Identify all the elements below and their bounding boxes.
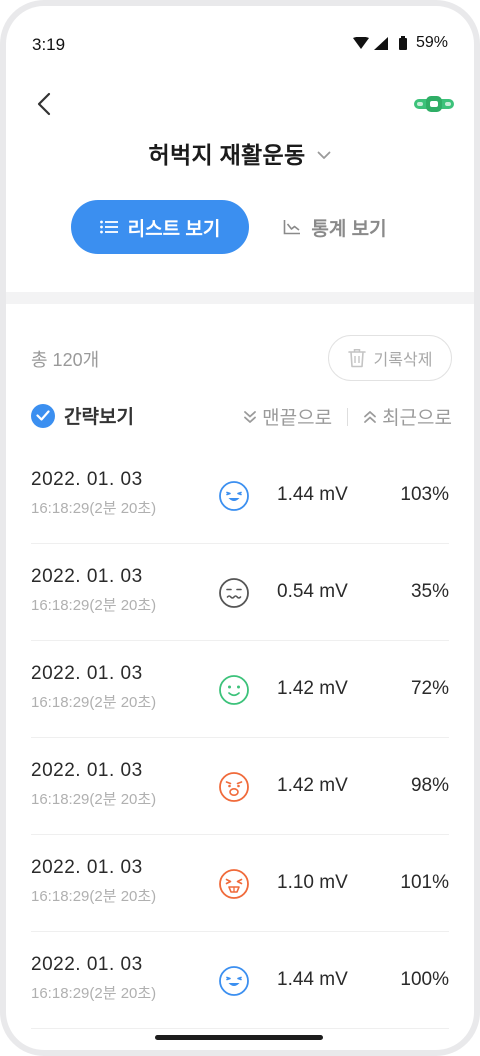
record-row[interactable]: 2022. 01. 03 16:18:29(2분 20초) 1.42 mV 98… (31, 738, 449, 835)
total-count: 총 120개 (31, 350, 100, 370)
device-status-button[interactable] (410, 84, 458, 124)
battery-percent: 59% (415, 34, 448, 51)
record-mv: 1.10 mV (277, 872, 348, 893)
screen: 3:19 59% 허벅지 재활운동 리스트 보기 통계 보기 총 120개 기록… (6, 6, 474, 1050)
check-circle-icon (31, 403, 55, 428)
scroll-separator (347, 407, 349, 426)
record-date: 2022. 01. 03 (31, 954, 143, 975)
tab-list-label: 리스트 보기 (127, 218, 221, 240)
tab-stats-view[interactable]: 통계 보기 (270, 200, 400, 254)
scroll-to-end-button[interactable]: 맨끝으로 (243, 403, 332, 430)
exercise-selector[interactable]: 허벅지 재활운동 (6, 136, 474, 170)
record-date: 2022. 01. 03 (31, 566, 143, 587)
record-row[interactable]: 2022. 01. 03 16:18:29(2분 20초) 1.10 mV 10… (31, 835, 449, 932)
smile-green-face-icon (219, 675, 249, 705)
record-mv: 1.44 mV (277, 969, 348, 990)
record-percent: 35% (410, 581, 449, 602)
scroll-to-recent-label: 최근으로 (382, 408, 452, 429)
section-divider (6, 292, 474, 304)
record-percent: 103% (400, 484, 449, 505)
tab-stats-label: 통계 보기 (311, 218, 387, 240)
record-date: 2022. 01. 03 (31, 857, 143, 878)
trash-icon (347, 349, 366, 368)
record-row[interactable]: 2022. 01. 03 16:18:29(2분 20초) 1.44 mV 10… (31, 932, 449, 1029)
records-list: 2022. 01. 03 16:18:29(2분 20초) 1.44 mV 10… (6, 447, 474, 1029)
chevron-left-icon (37, 92, 51, 116)
cell-signal-icon (373, 36, 388, 50)
happy-blue-face-icon (219, 481, 249, 511)
view-toggle: 리스트 보기 통계 보기 (6, 200, 474, 254)
record-duration: 16:18:29(2분 20초) (31, 985, 157, 1002)
double-chevron-down-icon (244, 410, 257, 423)
delete-records-button[interactable]: 기록삭제 (328, 335, 452, 381)
record-percent: 98% (410, 775, 449, 796)
record-duration: 16:18:29(2분 20초) (31, 500, 157, 517)
record-row[interactable]: 2022. 01. 03 16:18:29(2분 20초) 1.44 mV 10… (31, 447, 449, 544)
double-chevron-up-icon (364, 410, 376, 423)
phone-frame: 3:19 59% 허벅지 재활운동 리스트 보기 통계 보기 총 120개 기록… (0, 0, 480, 1056)
wifi-icon (352, 36, 369, 50)
record-percent: 72% (410, 678, 449, 699)
scroll-to-recent-button[interactable]: 최근으로 (363, 403, 452, 430)
compact-view-checkbox[interactable]: 간략보기 (31, 402, 134, 429)
tired-gray-face-icon (219, 578, 249, 608)
home-indicator[interactable] (155, 1035, 323, 1040)
record-duration: 16:18:29(2분 20초) (31, 694, 157, 711)
record-percent: 101% (400, 872, 449, 893)
record-date: 2022. 01. 03 (31, 469, 143, 490)
list-icon (99, 220, 118, 234)
record-mv: 1.44 mV (277, 484, 348, 505)
record-percent: 100% (400, 969, 449, 990)
scroll-controls: 맨끝으로 최근으로 (243, 403, 452, 430)
strained-orange-face-icon (219, 869, 249, 899)
scroll-to-end-label: 맨끝으로 (262, 408, 333, 429)
status-time: 3:19 (32, 35, 66, 54)
record-date: 2022. 01. 03 (31, 663, 143, 684)
record-mv: 1.42 mV (277, 678, 348, 699)
chevron-down-icon (318, 151, 331, 159)
line-chart-icon (284, 220, 301, 235)
sensor-device-icon (414, 96, 454, 112)
delete-records-label: 기록삭제 (373, 352, 433, 369)
status-icons: 59% (352, 34, 448, 52)
happy-blue-face-icon (219, 966, 249, 996)
record-row[interactable]: 2022. 01. 03 16:18:29(2분 20초) 1.42 mV 72… (31, 641, 449, 738)
record-mv: 1.42 mV (277, 775, 348, 796)
record-date: 2022. 01. 03 (31, 760, 143, 781)
record-row[interactable]: 2022. 01. 03 16:18:29(2분 20초) 0.54 mV 35… (31, 544, 449, 641)
battery-icon (398, 36, 407, 50)
back-button[interactable] (22, 82, 66, 126)
surprised-orange-face-icon (219, 772, 249, 802)
record-duration: 16:18:29(2분 20초) (31, 597, 157, 614)
record-mv: 0.54 mV (277, 581, 348, 602)
compact-view-label: 간략보기 (64, 407, 134, 428)
status-bar: 3:19 59% (6, 6, 474, 82)
record-duration: 16:18:29(2분 20초) (31, 791, 157, 808)
page-title: 허벅지 재활운동 (148, 142, 306, 168)
tab-list-view[interactable]: 리스트 보기 (71, 200, 249, 254)
record-duration: 16:18:29(2분 20초) (31, 888, 157, 905)
